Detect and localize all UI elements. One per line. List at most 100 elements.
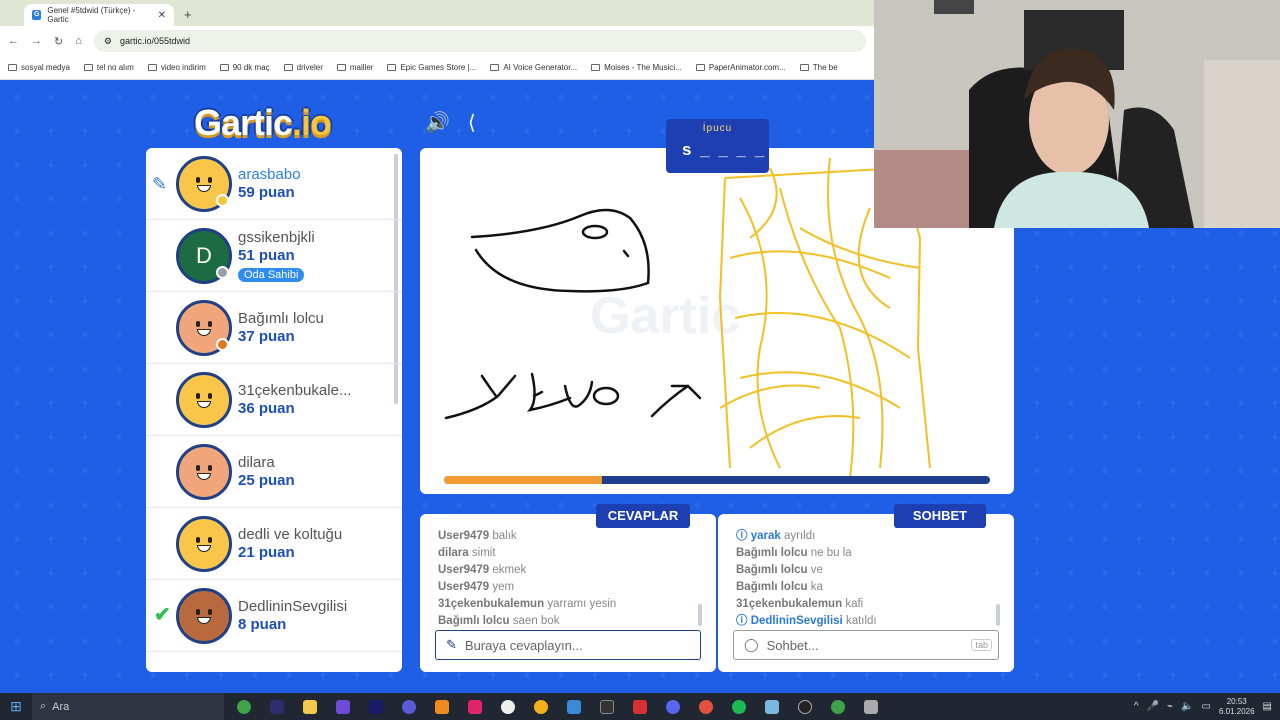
player-name: 31çekenbukale... — [238, 381, 352, 399]
file-explorer-app-icon[interactable] — [298, 696, 322, 718]
notes-app-icon[interactable] — [760, 696, 784, 718]
chat-input[interactable]: ◯ Sohbet... tab — [733, 630, 999, 660]
message-text: ka — [810, 581, 823, 593]
forward-icon[interactable]: → — [31, 35, 42, 47]
message-text: ve — [810, 564, 823, 576]
messenger-app-icon[interactable] — [496, 696, 520, 718]
vpn-app-icon[interactable] — [331, 696, 355, 718]
message-user: User9479 — [438, 530, 490, 542]
player-name: dilara — [238, 453, 275, 471]
sound-icon[interactable]: 🔊 — [425, 110, 450, 135]
player-score: 59 puan — [238, 183, 295, 201]
brave-app-icon[interactable] — [694, 696, 718, 718]
folder-icon — [490, 64, 500, 72]
tab-answers[interactable]: CEVAPLAR — [596, 504, 690, 528]
tab-chat[interactable]: SOHBET — [894, 504, 986, 528]
chat-scrollbar[interactable] — [996, 604, 1000, 626]
close-tab-icon[interactable]: ✕ — [158, 10, 166, 21]
player-info: Bağımlı lolcu 37 puan — [238, 310, 324, 346]
taskbar-search[interactable]: ⌕ Ara — [32, 693, 224, 720]
bookmark-item[interactable]: Moises - The Musici... — [591, 63, 682, 72]
player-info: arasbabo 59 puan — [238, 166, 301, 202]
player-row[interactable]: dilara 25 puan — [146, 436, 402, 508]
message-user: Bağımlı lolcu — [736, 581, 808, 593]
player-status-dot — [216, 338, 229, 351]
answer-message: User9479 yem — [438, 579, 616, 596]
browser-app-icon[interactable] — [397, 696, 421, 718]
x-app-icon[interactable] — [628, 696, 652, 718]
message-user: dilara — [438, 547, 469, 559]
new-tab-icon[interactable]: + — [184, 7, 192, 22]
folder-icon — [83, 64, 93, 72]
site-info-icon[interactable]: ⚙ — [104, 36, 112, 47]
bookmark-item[interactable]: sosyal medya — [8, 63, 70, 72]
bookmark-item[interactable]: 90 dk maç — [219, 63, 270, 72]
bookmark-item[interactable]: The be — [799, 63, 838, 72]
clock-date: 6.01.2026 — [1218, 706, 1255, 716]
player-info: dedli ve koltuğu 21 puan — [238, 526, 342, 562]
player-row[interactable]: ✔ DedlininSevgilisi 8 puan — [146, 580, 402, 652]
back-icon[interactable]: ← — [8, 35, 19, 47]
photos-app-icon[interactable] — [562, 696, 586, 718]
chat-message: 31çekenbukalemun kafi — [736, 596, 877, 613]
answers-panel: User9479 balık dilara simit User9479 ekmek… — [420, 514, 716, 672]
discord-app-icon[interactable] — [661, 696, 685, 718]
hint-box: İpucu s _ _ _ _ _ — [666, 119, 769, 179]
message-text: ayrıldı — [783, 530, 816, 542]
message-text: kafi — [845, 598, 864, 610]
obs-app-icon[interactable] — [793, 696, 817, 718]
message-text: simit — [471, 547, 496, 559]
message-text: yem — [492, 581, 515, 593]
after-effects-app-icon[interactable] — [265, 696, 289, 718]
battery-icon[interactable]: ▭ — [1202, 701, 1211, 712]
player-name: dedli ve koltuğu — [238, 525, 343, 543]
settings-app-icon[interactable] — [859, 696, 883, 718]
maps-app-icon[interactable] — [529, 696, 553, 718]
bookmark-item[interactable]: Epic Games Store |... — [387, 63, 476, 72]
chat-bubble-icon: ◯ — [744, 637, 759, 652]
player-score: 36 puan — [238, 399, 295, 417]
message-text: yarramı yesin — [547, 598, 617, 610]
notifications-icon[interactable]: ▤ — [1263, 701, 1272, 712]
player-row[interactable]: ✎ arasbabo 59 puan — [146, 148, 402, 220]
player-status-dot — [216, 194, 229, 207]
share-icon[interactable]: ⟨ — [468, 110, 476, 135]
bookmark-item[interactable]: PaperAnimator.com... — [695, 63, 786, 72]
bookmark-item[interactable]: mailler — [336, 63, 373, 72]
url-field[interactable]: ⚙ gartic.io/055tdwid — [93, 30, 866, 52]
start-icon[interactable]: ⊞ — [0, 698, 32, 715]
answer-input[interactable]: ✎ Buraya cevaplayın... — [435, 630, 701, 660]
spotify-app-icon[interactable] — [727, 696, 751, 718]
tiktok-app-icon[interactable] — [463, 696, 487, 718]
top-controls: 🔊 ⟨ — [425, 110, 476, 135]
info-icon: ⓘ — [736, 615, 751, 627]
volume-icon[interactable]: 🔈 — [1181, 701, 1193, 712]
browser-tab[interactable]: G Genel #5tdwid (Türkçe) - Gartic ✕ — [24, 4, 174, 26]
bookmark-item[interactable]: video indirim — [147, 63, 206, 72]
home-icon[interactable]: ⌂ — [75, 35, 82, 47]
answer-placeholder: Buraya cevaplayın... — [464, 637, 583, 653]
chrome-alt-app-icon[interactable] — [826, 696, 850, 718]
bookmark-item[interactable]: driveler — [283, 63, 323, 72]
message-user: 31çekenbukalemun — [736, 598, 843, 610]
microphone-icon[interactable]: 🎤 — [1147, 701, 1159, 712]
player-row[interactable]: Dgssikenbjkli 51 puan Oda Sahibi — [146, 220, 402, 292]
media-encoder-app-icon[interactable] — [364, 696, 388, 718]
round-timer-fill — [444, 476, 603, 484]
gartic-favicon-icon: G — [32, 10, 42, 20]
player-row[interactable]: dedli ve koltuğu 21 puan — [146, 508, 402, 580]
clock[interactable]: 20:53 6.01.2026 — [1219, 697, 1255, 717]
tray-arrow-icon[interactable]: ^ — [1134, 701, 1139, 712]
room-owner-badge: Oda Sahibi — [238, 267, 305, 282]
bookmark-item[interactable]: AI Voice Generator... — [490, 63, 577, 72]
vlc-app-icon[interactable] — [430, 696, 454, 718]
webcam-overlay — [874, 0, 1280, 228]
bookmark-item[interactable]: tel no alım — [83, 63, 134, 72]
player-row[interactable]: 31çekenbukale... 36 puan — [146, 364, 402, 436]
screen-app-icon[interactable] — [595, 696, 619, 718]
network-icon[interactable]: ⌁ — [1167, 701, 1173, 712]
player-row[interactable]: Bağımlı lolcu 37 puan — [146, 292, 402, 364]
chrome-app-icon[interactable] — [232, 696, 256, 718]
reload-icon[interactable]: ↻ — [54, 35, 63, 48]
answers-scrollbar[interactable] — [698, 604, 702, 626]
